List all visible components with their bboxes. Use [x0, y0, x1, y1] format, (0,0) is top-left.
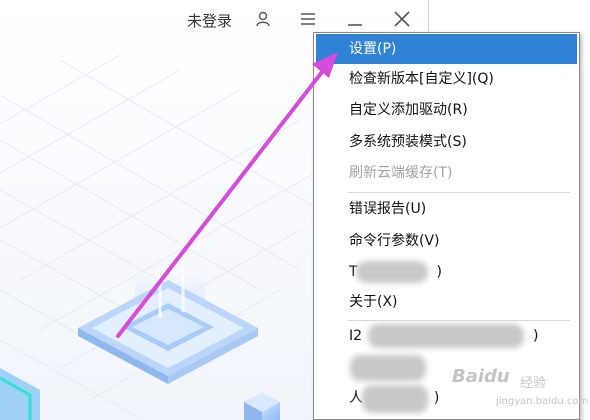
menu-item-refresh-cache: 刷新云端缓存(T)	[349, 165, 453, 181]
user-icon[interactable]	[252, 8, 274, 30]
menu-item-check-update[interactable]: 检查新版本[自定义](Q)	[316, 64, 577, 94]
menu-item-command-line-args[interactable]: 命令行参数(V)	[316, 226, 577, 256]
redaction-blur	[350, 355, 426, 381]
watermark-url: jingyan.baidu.com	[496, 396, 589, 407]
menu-item-settings[interactable]: 设置(P)	[316, 34, 577, 64]
obscured-label-end: )	[532, 328, 539, 344]
redaction-blur	[362, 385, 428, 413]
menu-item-error-report[interactable]: 错误报告(U)	[316, 194, 577, 224]
obscured-label-start: I2	[349, 328, 363, 344]
login-status-link[interactable]: 未登录	[187, 10, 232, 31]
obscured-label-end: )	[433, 390, 440, 406]
watermark-brand: Baidu	[452, 366, 510, 387]
redaction-blur	[356, 261, 428, 283]
minimize-icon[interactable]	[344, 8, 366, 30]
hamburger-menu-icon[interactable]	[297, 8, 319, 30]
menu-item-multi-system-preinstall[interactable]: 多系统预装模式(S)	[316, 127, 577, 157]
redaction-blur	[368, 324, 524, 348]
menu-item-custom-driver[interactable]: 自定义添加驱动(R)	[316, 95, 577, 125]
app-window: 未登录 设置(P) 检查新版本[自定义](Q) 自定义添加驱动(R) 多系统预装…	[0, 0, 590, 420]
obscured-label-start: 人	[349, 390, 363, 406]
menu-item-about[interactable]: 关于(X)	[316, 287, 577, 317]
menu-separator	[348, 192, 570, 193]
obscured-label-end: )	[436, 264, 442, 280]
watermark-suffix: 经验	[520, 376, 547, 391]
close-icon[interactable]	[391, 8, 413, 30]
context-menu: 设置(P) 检查新版本[自定义](Q) 自定义添加驱动(R) 多系统预装模式(S…	[313, 32, 580, 420]
